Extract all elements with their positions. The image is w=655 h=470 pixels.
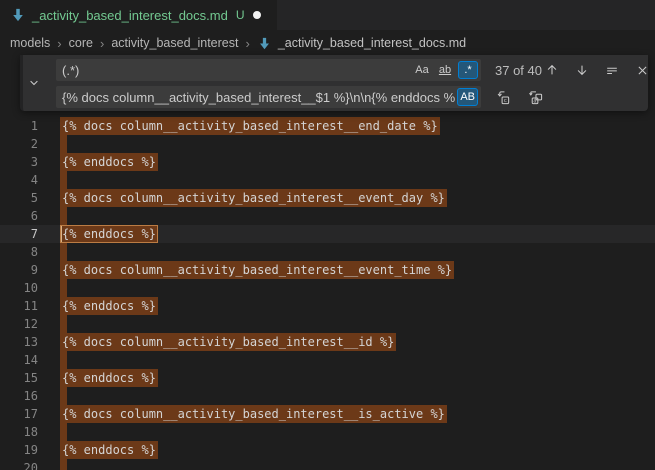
- find-match-empty-line: [60, 351, 67, 369]
- code-line[interactable]: 20: [0, 459, 655, 470]
- code-line[interactable]: 19 {% enddocs %}: [0, 441, 655, 459]
- code-line[interactable]: 2: [0, 135, 655, 153]
- replace-all-button[interactable]: a: [525, 87, 545, 107]
- breadcrumb-item-file[interactable]: _activity_based_interest_docs.md: [257, 35, 466, 51]
- line-number[interactable]: 12: [0, 315, 38, 333]
- next-match-button[interactable]: [572, 60, 592, 80]
- code-line[interactable]: 4: [0, 171, 655, 189]
- modified-indicator-dot[interactable]: [253, 11, 261, 19]
- find-match: {% docs column__activity_based_interest_…: [60, 189, 447, 207]
- tab-title: _activity_based_interest_docs.md: [32, 8, 228, 23]
- code-line[interactable]: 17 {% docs column__activity_based_interes…: [0, 405, 655, 423]
- find-match: {% docs column__activity_based_interest_…: [60, 405, 447, 423]
- code-line[interactable]: 18: [0, 423, 655, 441]
- line-number[interactable]: 14: [0, 351, 38, 369]
- code-line[interactable]: 13 {% docs column__activity_based_interes…: [0, 333, 655, 351]
- code-line[interactable]: 7 {% enddocs %}: [0, 225, 655, 243]
- git-status-badge: U: [236, 8, 245, 22]
- editor[interactable]: 1 {% docs column__activity_based_interest…: [0, 56, 655, 470]
- editor-lines: 1 {% docs column__activity_based_interest…: [0, 117, 655, 470]
- line-number[interactable]: 15: [0, 369, 38, 387]
- line-number[interactable]: 1: [0, 117, 38, 135]
- line-number[interactable]: 18: [0, 423, 38, 441]
- replace-button[interactable]: c: [493, 87, 513, 107]
- find-match-empty-line: [60, 171, 67, 189]
- line-number[interactable]: 2: [0, 135, 38, 153]
- breadcrumb-separator: ›: [57, 36, 61, 51]
- code-line[interactable]: 9 {% docs column__activity_based_interest…: [0, 261, 655, 279]
- find-match: {% docs column__activity_based_interest_…: [60, 117, 440, 135]
- line-number[interactable]: 11: [0, 297, 38, 315]
- code-line[interactable]: 5 {% docs column__activity_based_interest…: [0, 189, 655, 207]
- find-match-empty-line: [60, 315, 67, 333]
- line-number[interactable]: 10: [0, 279, 38, 297]
- breadcrumb-item-core[interactable]: core: [69, 36, 93, 50]
- find-match-empty-line: [60, 207, 67, 225]
- toggle-replace-chevron-icon[interactable]: [26, 55, 42, 111]
- line-number[interactable]: 9: [0, 261, 38, 279]
- find-in-selection-button[interactable]: [602, 60, 622, 80]
- find-match-empty-line: [60, 279, 67, 297]
- breadcrumb-file-label: _activity_based_interest_docs.md: [278, 36, 466, 50]
- line-number[interactable]: 7: [0, 225, 38, 243]
- line-number[interactable]: 3: [0, 153, 38, 171]
- code-line[interactable]: 1 {% docs column__activity_based_interest…: [0, 117, 655, 135]
- tab-active-file[interactable]: _activity_based_interest_docs.md U: [0, 0, 277, 30]
- code-line[interactable]: 10: [0, 279, 655, 297]
- close-find-widget-button[interactable]: [632, 60, 652, 80]
- current-find-match: {% enddocs %}: [60, 225, 158, 243]
- find-match: {% enddocs %}: [60, 369, 158, 387]
- find-replace-widget: Aa ab .* 37 of 40: [20, 55, 648, 111]
- line-number[interactable]: 16: [0, 387, 38, 405]
- breadcrumb: models › core › activity_based_interest …: [0, 30, 655, 56]
- line-number[interactable]: 19: [0, 441, 38, 459]
- code-line[interactable]: 16: [0, 387, 655, 405]
- line-number[interactable]: 13: [0, 333, 38, 351]
- line-number[interactable]: 17: [0, 405, 38, 423]
- find-match: {% docs column__activity_based_interest_…: [60, 333, 396, 351]
- whole-word-toggle[interactable]: ab: [435, 61, 455, 79]
- find-match: {% docs column__activity_based_interest_…: [60, 261, 454, 279]
- breadcrumb-item-models[interactable]: models: [10, 36, 50, 50]
- find-match-empty-line: [60, 243, 67, 261]
- regex-toggle[interactable]: .*: [458, 61, 478, 79]
- breadcrumb-separator: ›: [100, 36, 104, 51]
- breadcrumb-item-activity-based-interest[interactable]: activity_based_interest: [111, 36, 238, 50]
- markdown-file-icon: [257, 35, 273, 51]
- code-line[interactable]: 6: [0, 207, 655, 225]
- svg-text:c: c: [503, 98, 506, 104]
- line-number[interactable]: 4: [0, 171, 38, 189]
- line-number[interactable]: 8: [0, 243, 38, 261]
- code-line[interactable]: 8: [0, 243, 655, 261]
- code-line[interactable]: 15 {% enddocs %}: [0, 369, 655, 387]
- find-results-count: 37 of 40: [495, 63, 542, 78]
- markdown-file-icon: [10, 7, 26, 23]
- code-line[interactable]: 11 {% enddocs %}: [0, 297, 655, 315]
- line-number[interactable]: 5: [0, 189, 38, 207]
- code-line[interactable]: 3 {% enddocs %}: [0, 153, 655, 171]
- tab-bar: _activity_based_interest_docs.md U: [0, 0, 655, 30]
- previous-match-button[interactable]: [542, 60, 562, 80]
- svg-text:a: a: [533, 98, 536, 104]
- find-match: {% enddocs %}: [60, 297, 158, 315]
- code-line[interactable]: 14: [0, 351, 655, 369]
- breadcrumb-separator: ›: [245, 36, 249, 51]
- find-match-empty-line: [60, 387, 67, 405]
- match-case-toggle[interactable]: Aa: [412, 61, 432, 79]
- find-match-empty-line: [60, 423, 67, 441]
- line-number[interactable]: 6: [0, 207, 38, 225]
- replace-input[interactable]: [56, 86, 481, 108]
- find-match-empty-line: [60, 135, 67, 153]
- find-match: {% enddocs %}: [60, 441, 158, 459]
- preserve-case-toggle[interactable]: AB: [457, 88, 478, 106]
- code-line[interactable]: 12: [0, 315, 655, 333]
- find-match-empty-line: [60, 459, 67, 470]
- find-match: {% enddocs %}: [60, 153, 158, 171]
- line-number[interactable]: 20: [0, 459, 38, 470]
